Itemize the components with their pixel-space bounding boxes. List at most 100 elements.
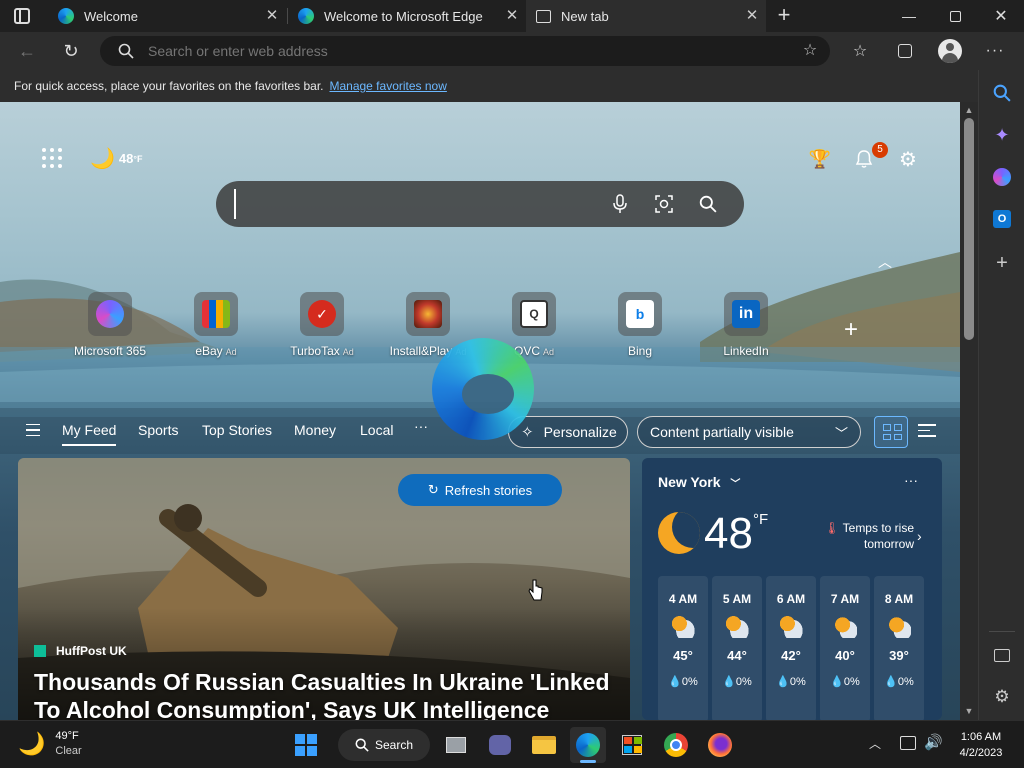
scroll-up-icon[interactable]: ▲ — [964, 105, 974, 115]
sidebar-search-button[interactable] — [989, 80, 1015, 106]
search-submit-button[interactable] — [696, 192, 720, 216]
refresh-button[interactable]: ↻ — [54, 32, 88, 70]
taskbar-clock[interactable]: 1:06 AM 4/2/2023 — [950, 729, 1012, 761]
panel-icon — [994, 648, 1010, 662]
weather-card[interactable]: New York ﹀ ··· 48°F 🌡 Temps to rise tomo… — [642, 458, 942, 720]
visual-search-button[interactable] — [652, 192, 676, 216]
taskbar-weather-widget[interactable]: 🌙 49°F Clear — [18, 729, 82, 759]
camera-search-icon — [655, 195, 673, 213]
taskbar-search-button[interactable]: Search — [338, 729, 430, 761]
large-moon-icon — [658, 512, 700, 554]
close-tab-icon[interactable]: ✕ — [504, 8, 520, 24]
refresh-icon: ↻ — [427, 482, 439, 497]
microsoft-365-icon — [96, 300, 124, 328]
sidebar-discover-button[interactable]: ✦ — [989, 122, 1015, 148]
edge-taskbar-button[interactable] — [570, 727, 606, 763]
quick-link-linkedin[interactable]: in LinkedIn — [696, 292, 796, 358]
hour-time: 7 AM — [830, 592, 860, 606]
weather-more-button[interactable]: ··· — [904, 472, 918, 488]
sidebar-outlook-button[interactable]: O — [989, 206, 1015, 232]
quick-link-turbotax[interactable]: ✓ TurboTax Ad — [272, 292, 372, 358]
content-visibility-dropdown[interactable]: Content partially visible ﹀ — [637, 416, 861, 448]
sidebar-copilot-button[interactable] — [989, 164, 1015, 190]
news-headline[interactable]: Thousands Of Russian Casualties In Ukrai… — [34, 668, 614, 720]
tab-money[interactable]: Money — [294, 422, 336, 438]
hide-sidebar-button[interactable] — [989, 642, 1015, 668]
quick-link-bing[interactable]: b Bing — [590, 292, 690, 358]
tab-welcome-edge[interactable]: Welcome to Microsoft Edge ✕ — [288, 0, 526, 32]
collections-button[interactable] — [888, 32, 922, 70]
chevron-right-icon[interactable]: › — [917, 528, 922, 544]
tab-welcome[interactable]: Welcome ✕ — [48, 0, 286, 32]
more-tabs-button[interactable]: ··· — [414, 418, 428, 434]
volume-icon[interactable]: 🔊 — [924, 733, 943, 751]
manage-favorites-link[interactable]: Manage favorites now — [329, 79, 446, 93]
quick-link-ebay[interactable]: eBay Ad — [166, 292, 266, 358]
minimize-button[interactable]: — — [886, 0, 932, 32]
add-favorite-icon[interactable]: ☆ — [800, 41, 820, 61]
hour-temp: 39° — [889, 648, 909, 663]
favorites-bar: For quick access, place your favorites o… — [0, 70, 978, 102]
store-button[interactable] — [614, 727, 650, 763]
restore-button[interactable] — [932, 0, 978, 32]
address-input[interactable] — [148, 36, 748, 66]
refresh-stories-button[interactable]: ↻ Refresh stories — [398, 474, 562, 506]
scrollbar-thumb[interactable] — [964, 118, 974, 340]
list-layout-button[interactable] — [918, 424, 936, 438]
file-explorer-button[interactable] — [526, 727, 562, 763]
address-bar[interactable]: ☆ — [100, 36, 830, 66]
page-scrollbar[interactable]: ▲ ▼ — [960, 102, 978, 720]
new-tab-page-icon — [536, 9, 551, 23]
weather-location-dropdown[interactable]: New York ﹀ — [658, 474, 740, 490]
weather-note[interactable]: 🌡 Temps to rise tomorrow — [820, 520, 914, 552]
favorites-button[interactable]: ☆ — [843, 32, 877, 70]
task-view-button[interactable] — [438, 727, 474, 763]
web-search-box[interactable] — [216, 181, 744, 227]
search-icon — [699, 195, 717, 213]
tab-my-feed[interactable]: My Feed — [62, 422, 117, 446]
add-quick-link-button[interactable]: + — [838, 317, 864, 343]
tab-new-tab[interactable]: New tab ✕ — [526, 0, 766, 32]
sidebar-settings-button[interactable]: ⚙ — [989, 684, 1015, 710]
hour-time: 4 AM — [668, 592, 698, 606]
tab-top-stories[interactable]: Top Stories — [202, 422, 272, 438]
weather-mini-button[interactable]: 🌙 48 °F — [90, 146, 142, 171]
sidebar-add-button[interactable]: + — [989, 250, 1015, 276]
new-tab-button[interactable]: + — [772, 4, 796, 28]
tab-local[interactable]: Local — [360, 422, 393, 438]
chat-button[interactable] — [482, 727, 518, 763]
grid-layout-button[interactable] — [874, 416, 908, 448]
quick-link-microsoft-365[interactable]: Microsoft 365 — [60, 292, 160, 358]
back-button[interactable]: ← — [10, 32, 44, 70]
close-tab-icon[interactable]: ✕ — [744, 8, 760, 24]
favorites-bar-message: For quick access, place your favorites o… — [14, 79, 324, 93]
scroll-down-icon[interactable]: ▼ — [964, 706, 974, 716]
show-hidden-icons-button[interactable]: ︿ — [866, 735, 884, 753]
personalize-button[interactable]: ✧ Personalize — [508, 416, 628, 448]
feed-menu-button[interactable] — [26, 424, 40, 436]
ad-label: Ad — [225, 347, 237, 357]
web-search-input[interactable] — [234, 189, 594, 219]
close-window-button[interactable]: ✕ — [978, 0, 1024, 32]
news-source[interactable]: HuffPost UK — [34, 644, 127, 658]
start-button[interactable] — [288, 727, 324, 763]
page-settings-button[interactable]: ⚙ — [895, 146, 921, 172]
edge-icon — [576, 733, 600, 757]
close-tab-icon[interactable]: ✕ — [264, 8, 280, 24]
collapse-quick-links-button[interactable]: ︿ — [876, 252, 894, 270]
hour-precip: 0% — [681, 676, 698, 688]
firefox-button[interactable] — [702, 727, 738, 763]
settings-and-more-button[interactable]: ··· — [978, 32, 1012, 70]
profile-button[interactable] — [933, 32, 967, 70]
chrome-button[interactable] — [658, 727, 694, 763]
tab-actions-icon[interactable] — [14, 8, 30, 24]
hourly-forecast: 7 AM 40° 💧0% — [820, 576, 870, 720]
voice-search-button[interactable] — [608, 192, 632, 216]
network-icon[interactable] — [900, 736, 916, 750]
qvc-icon: Q — [520, 300, 548, 328]
tab-sports[interactable]: Sports — [138, 422, 178, 438]
rewards-button[interactable]: 🏆 — [807, 146, 833, 172]
tab-title: Welcome — [84, 8, 138, 24]
apps-launcher-button[interactable] — [40, 146, 64, 170]
teams-chat-icon — [489, 735, 511, 755]
